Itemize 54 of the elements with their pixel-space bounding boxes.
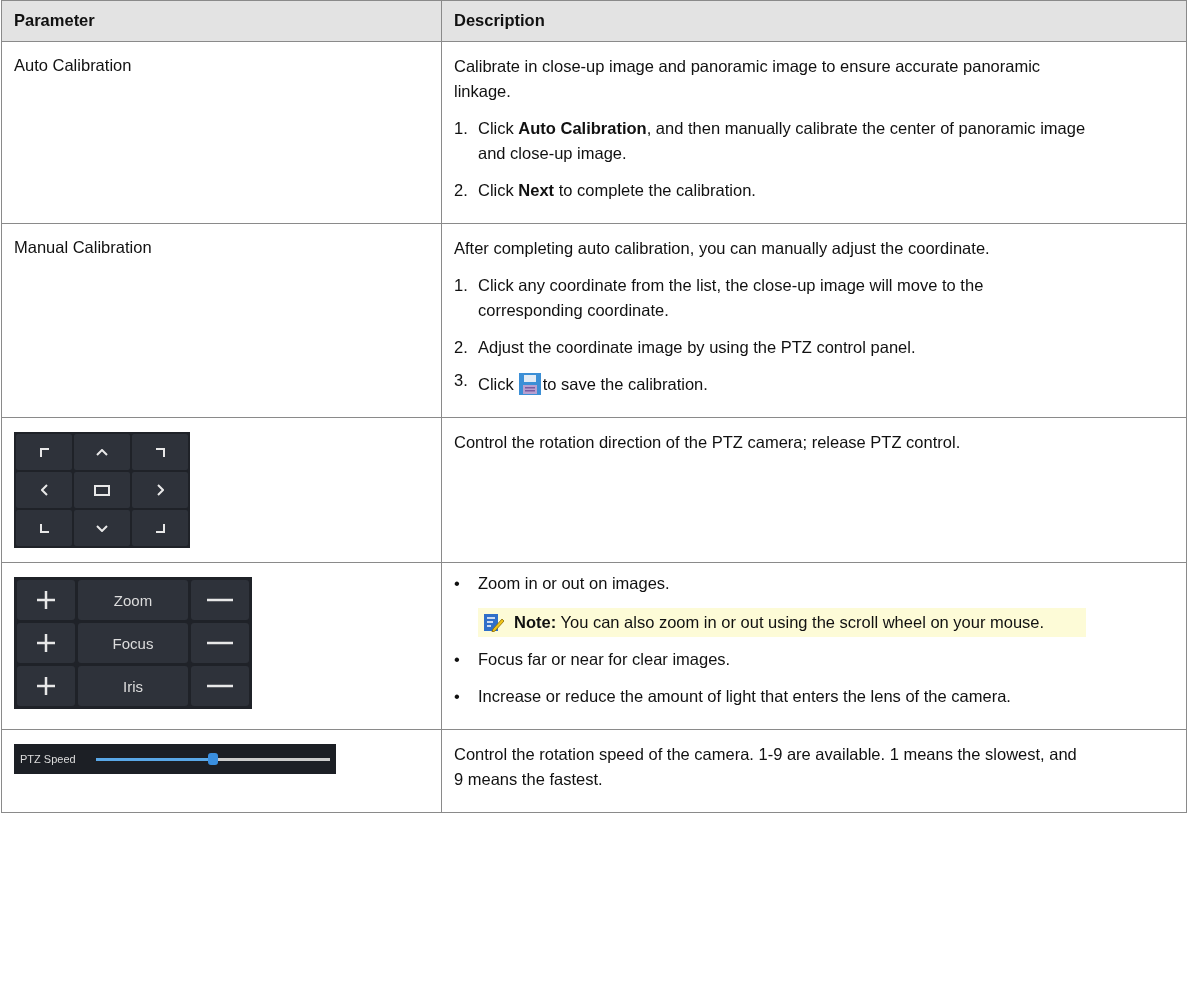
- minus-button[interactable]: [191, 666, 249, 706]
- bullet-text: Increase or reduce the amount of light that enters the lens of the camera.: [478, 686, 1012, 707]
- lens-label-button[interactable]: Iris: [78, 666, 188, 706]
- corner-icon: [39, 523, 49, 533]
- slider-thumb[interactable]: [207, 752, 218, 765]
- corner-icon: [155, 523, 165, 533]
- description-text: Calibrate in close-up image and panoramic image to ensure accurate panoramic linkage.: [454, 56, 1042, 102]
- bullet-text: Zoom in or out on images.: [478, 573, 671, 594]
- slider-label: PTZ Speed: [20, 753, 76, 765]
- minus-icon: [207, 684, 233, 688]
- parameter-name: Auto Calibration: [14, 56, 132, 74]
- step-text: Click: [478, 375, 514, 393]
- minus-icon: [207, 598, 233, 602]
- parameter-name: Manual Calibration: [14, 238, 152, 256]
- plus-button[interactable]: [17, 580, 75, 620]
- note-pencil-icon: [484, 614, 504, 632]
- chevron-up-icon: [96, 448, 108, 456]
- bullet-marker: •: [454, 573, 461, 594]
- lens-label-button[interactable]: Focus: [78, 623, 188, 663]
- plus-icon: [36, 633, 56, 653]
- step-number: 3.: [454, 370, 469, 391]
- description-text: After completing auto calibration, you can manually adjust the coordinate.: [454, 238, 991, 259]
- step-number: 1.: [454, 275, 469, 296]
- lens-label-button[interactable]: Zoom: [78, 580, 188, 620]
- bullet-text: Focus far or near for clear images.: [478, 649, 732, 670]
- column-header: Description: [441, 0, 1187, 42]
- note-text: Note: You can also zoom in or out using the scroll wheel on your mouse.: [514, 612, 1045, 633]
- column-header: Parameter: [1, 0, 442, 42]
- chevron-left-icon: [40, 484, 48, 496]
- minus-button[interactable]: [191, 623, 249, 663]
- step-text: Click Next to complete the calibration.: [478, 180, 757, 201]
- minus-icon: [207, 641, 233, 645]
- bullet-marker: •: [454, 649, 461, 670]
- corner-icon: [155, 447, 165, 457]
- step-text: Click any coordinate from the list, the close-up image will move to the corresponding coordinate.: [478, 275, 985, 321]
- minus-button[interactable]: [191, 580, 249, 620]
- direction-key[interactable]: [74, 472, 130, 508]
- chevron-right-icon: [156, 484, 164, 496]
- plus-icon: [36, 590, 56, 610]
- plus-button[interactable]: [17, 623, 75, 663]
- step-text: Click Auto Calibration, and then manually calibrate the center of panoramic image and close-up image.: [478, 118, 1086, 164]
- description-text: Control the rotation direction of the PTZ camera; release PTZ control.: [454, 432, 962, 453]
- plus-button[interactable]: [17, 666, 75, 706]
- square-icon: [94, 484, 110, 496]
- step-text: Adjust the coordinate image by using the PTZ control panel.: [478, 337, 917, 358]
- step-number: 1.: [454, 118, 469, 139]
- step-number: 2.: [454, 180, 469, 201]
- step-text: to save the calibration.: [542, 375, 708, 393]
- bullet-marker: •: [454, 686, 461, 707]
- plus-icon: [36, 676, 56, 696]
- chevron-down-icon: [96, 524, 108, 532]
- step-number: 2.: [454, 337, 469, 358]
- description-text: Control the rotation speed of the camera. 1-9 are available. 1 means the slowest, and 9 means the fastest.: [454, 744, 1078, 790]
- corner-icon: [39, 447, 49, 457]
